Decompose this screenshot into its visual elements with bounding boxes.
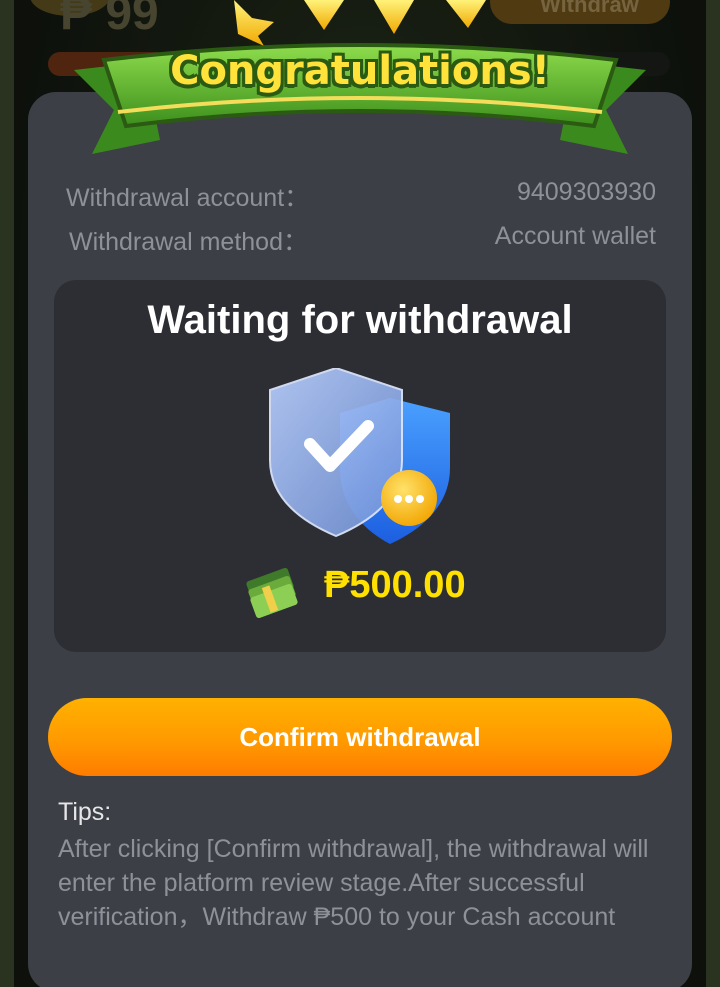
device-edge-left xyxy=(0,0,14,987)
status-card: Waiting for withdrawal ₱500.00 xyxy=(54,280,666,652)
device-edge-right xyxy=(706,0,720,987)
congratulations-banner: Congratulations! xyxy=(74,0,646,165)
status-title: Waiting for withdrawal xyxy=(147,298,573,342)
confirm-withdrawal-button[interactable]: Confirm withdrawal xyxy=(48,698,672,776)
withdrawal-amount: ₱500.00 xyxy=(324,564,466,606)
withdrawal-account-row: Withdrawal account： 9409303930 xyxy=(28,178,692,214)
tips-title: Tips: xyxy=(58,798,112,826)
tips-body: After clicking [Confirm withdrawal], the… xyxy=(58,835,649,931)
withdrawal-account-label: Withdrawal account： xyxy=(66,184,310,212)
cash-stack-icon xyxy=(240,556,304,620)
withdrawal-account-value: 9409303930 xyxy=(516,178,656,206)
amount-row: ₱500.00 xyxy=(240,556,540,620)
withdrawal-dialog: Withdrawal account： 9409303930 Withdrawa… xyxy=(28,92,692,987)
shield-check-icon xyxy=(260,366,470,548)
withdrawal-method-row: Withdrawal method： Account wallet xyxy=(28,222,692,258)
banner-title: Congratulations! xyxy=(170,48,550,94)
withdrawal-method-label: Withdrawal method： xyxy=(69,228,308,256)
withdrawal-method-value: Account wallet xyxy=(494,222,656,250)
